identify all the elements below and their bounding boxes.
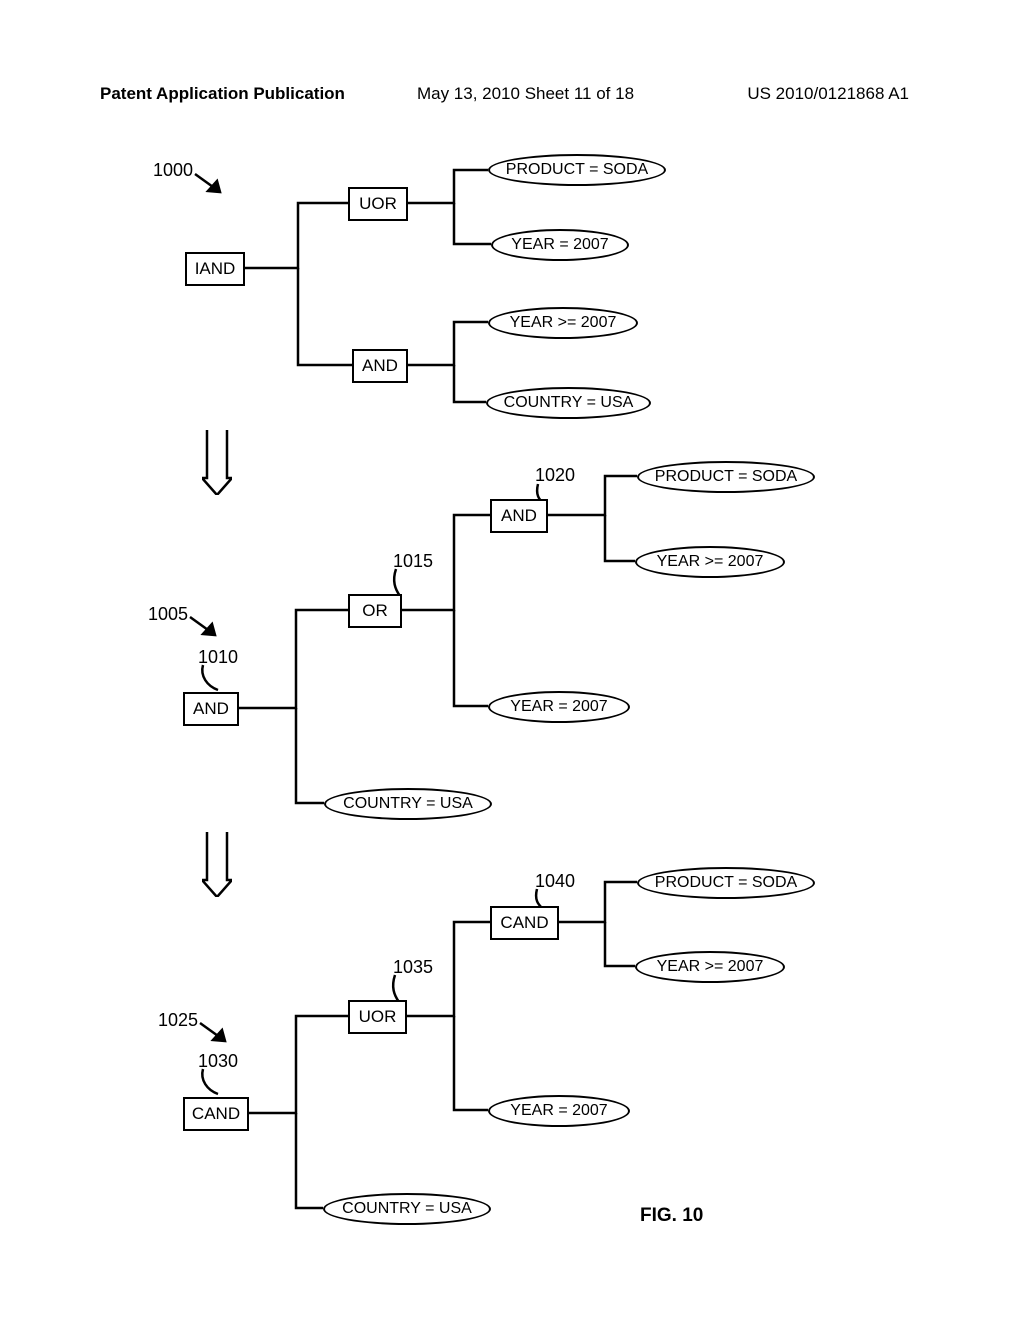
tree3-root-cand: CAND: [183, 1097, 249, 1131]
tree3-pred-country: COUNTRY = USA: [323, 1193, 491, 1225]
header-date-sheet: May 13, 2010 Sheet 11 of 18: [417, 84, 634, 104]
ref-1030: 1030: [198, 1051, 238, 1072]
transform-arrow-2: [202, 832, 232, 897]
ref-1020: 1020: [535, 465, 575, 486]
tree3-pred-year-ge: YEAR >= 2007: [635, 951, 785, 983]
tree2-node-and: AND: [490, 499, 548, 533]
ref-1000: 1000: [153, 160, 193, 181]
ref-1040: 1040: [535, 871, 575, 892]
tree3-pred-product: PRODUCT = SODA: [637, 867, 815, 899]
ref-1035: 1035: [393, 957, 433, 978]
transform-arrow-1: [202, 430, 232, 495]
tree3-node-cand: CAND: [490, 906, 559, 940]
tree2-pred-product: PRODUCT = SODA: [637, 461, 815, 493]
tree1-pred-product: PRODUCT = SODA: [488, 154, 666, 186]
tree1-pred-country: COUNTRY = USA: [486, 387, 651, 419]
ref-1010: 1010: [198, 647, 238, 668]
header-pubnumber: US 2010/0121868 A1: [747, 84, 909, 104]
tree2-node-or: OR: [348, 594, 402, 628]
tree2-pred-country: COUNTRY = USA: [324, 788, 492, 820]
tree3-node-uor: UOR: [348, 1000, 407, 1034]
tree2-root-and: AND: [183, 692, 239, 726]
ref-1005: 1005: [148, 604, 188, 625]
tree1-root-iand: IAND: [185, 252, 245, 286]
ref-1025: 1025: [158, 1010, 198, 1031]
tree3-pred-year: YEAR = 2007: [488, 1095, 630, 1127]
tree1-node-and: AND: [352, 349, 408, 383]
tree1-node-uor: UOR: [348, 187, 408, 221]
diagram-canvas: 1000 IAND UOR AND PRODUCT = SODA YEAR = …: [0, 150, 1024, 1310]
ref-1015: 1015: [393, 551, 433, 572]
figure-label: FIG. 10: [640, 1205, 703, 1227]
tree2-pred-year: YEAR = 2007: [488, 691, 630, 723]
header-publication: Patent Application Publication: [100, 84, 345, 104]
tree1-pred-year-ge: YEAR >= 2007: [488, 307, 638, 339]
page-header: Patent Application Publication May 13, 2…: [0, 84, 1024, 104]
tree2-pred-year-ge: YEAR >= 2007: [635, 546, 785, 578]
tree1-pred-year: YEAR = 2007: [491, 229, 629, 261]
